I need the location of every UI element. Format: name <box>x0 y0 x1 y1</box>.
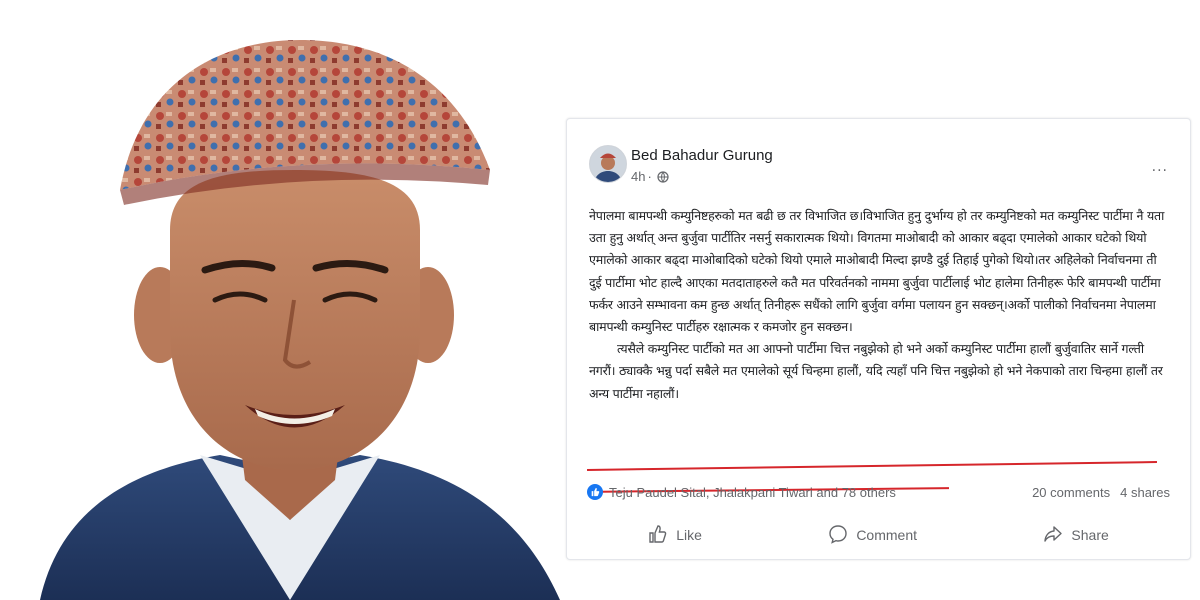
like-label: Like <box>676 527 702 543</box>
thumbs-up-icon <box>648 524 668 547</box>
comments-count[interactable]: 20 comments <box>1032 485 1110 500</box>
reactions-row: Teju Paudel Sital, Jhalakpani Tiwari and… <box>587 481 1174 505</box>
globe-icon <box>657 170 669 183</box>
post-paragraph-2: त्यसैले कम्युनिस्ट पार्टीको मत आ आफ्नो प… <box>589 341 1163 401</box>
comment-bubble-icon <box>828 524 848 547</box>
avatar[interactable] <box>589 145 627 183</box>
author-name[interactable]: Bed Bahadur Gurung <box>631 147 773 164</box>
portrait-photo <box>0 0 580 600</box>
action-row: Like Comment Share <box>585 517 1172 553</box>
post-meta: 4h · <box>631 169 669 184</box>
reactors-text[interactable]: Teju Paudel Sital, Jhalakpani Tiwari and… <box>609 485 896 500</box>
share-button[interactable]: Share <box>1031 520 1120 551</box>
like-button[interactable]: Like <box>636 520 714 551</box>
comment-button[interactable]: Comment <box>816 520 929 551</box>
share-arrow-icon <box>1043 524 1063 547</box>
meta-separator: · <box>647 169 652 184</box>
like-reaction-icon <box>587 484 603 500</box>
comment-label: Comment <box>856 527 917 543</box>
engagement-counts: 20 comments 4 shares <box>1032 485 1170 500</box>
more-icon[interactable]: ... <box>1152 159 1168 175</box>
red-underline-1 <box>587 461 1157 471</box>
post-body: नेपालमा बामपन्थी कम्युनिष्टहरुको मत बढी … <box>589 205 1169 405</box>
post-paragraph-1: नेपालमा बामपन्थी कम्युनिष्टहरुको मत बढी … <box>589 208 1165 335</box>
facebook-post: Bed Bahadur Gurung 4h · ... नेपालमा बामप… <box>566 118 1191 560</box>
share-label: Share <box>1071 527 1109 543</box>
post-header: Bed Bahadur Gurung 4h · ... <box>589 141 1170 191</box>
shares-count[interactable]: 4 shares <box>1120 485 1170 500</box>
post-time[interactable]: 4h <box>631 169 645 184</box>
